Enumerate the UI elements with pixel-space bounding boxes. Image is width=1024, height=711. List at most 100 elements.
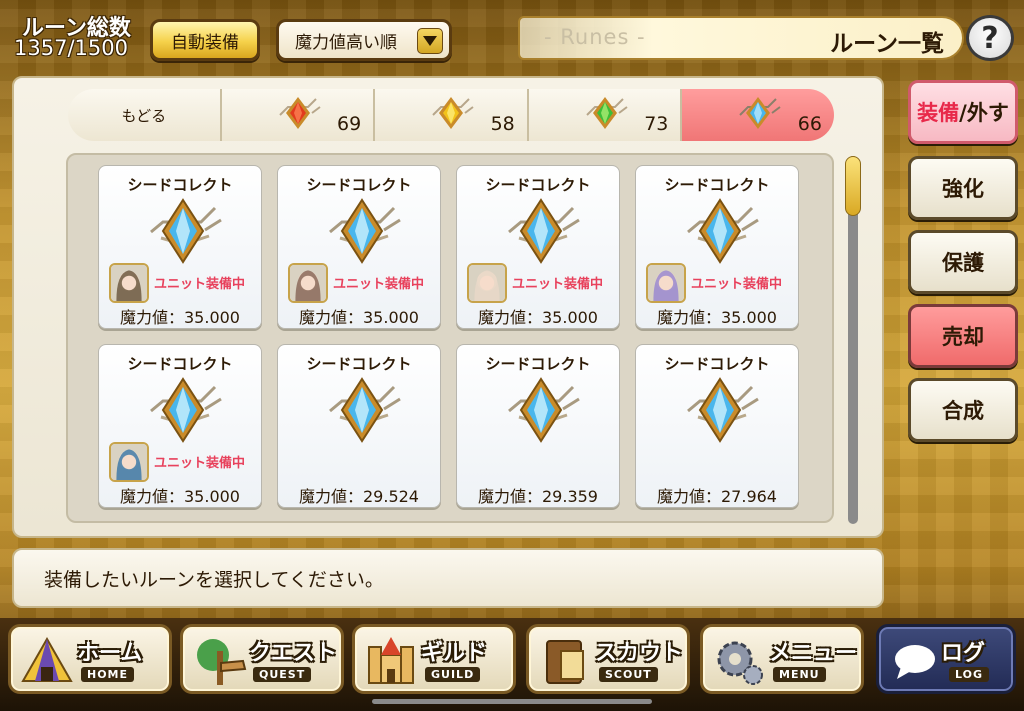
- rune-name: シードコレクト: [664, 176, 770, 194]
- rune-card[interactable]: シードコレクト 魔力値：27.964: [635, 344, 799, 508]
- rune-card[interactable]: シードコレクトユニット装備中魔力値：35.000: [98, 165, 262, 329]
- rune-name: シードコレクト: [306, 176, 412, 194]
- rune-list-screen: ルーン総数 1357/1500 自動装備 魔力値高い順 - Runes - ルー…: [0, 0, 1024, 711]
- blue-rune-icon: [678, 196, 762, 266]
- chevron-down-icon: [417, 28, 443, 54]
- guild-castle-icon: [363, 633, 419, 689]
- blue-rune-icon: [141, 375, 225, 445]
- equip-label: 装備: [917, 101, 960, 125]
- rune-name: シードコレクト: [127, 355, 233, 373]
- rune-count-value: 1357/1500: [14, 36, 128, 60]
- equipped-status: ユニット装備中: [154, 456, 246, 471]
- rune-name: シードコレクト: [664, 355, 770, 373]
- protect-button[interactable]: 保護: [908, 230, 1018, 294]
- nav-menu-sublabel: MENU: [773, 667, 826, 682]
- instruction-message: 装備したいルーンを選択してください。: [12, 548, 884, 608]
- rune-panel: もどる 69 58 73 66 シードコレクト ユニット装備中 魔力値：35.000…: [12, 76, 884, 538]
- rune-power-value: 魔力値：35.000: [120, 487, 240, 506]
- rune-name: シードコレクト: [306, 355, 412, 373]
- nav-log-sublabel: LOG: [949, 667, 989, 682]
- blue-rune-icon: [320, 196, 404, 266]
- red-rune-icon: [274, 93, 322, 133]
- yellow-rune-count: 58: [490, 113, 515, 135]
- enhance-button[interactable]: 強化: [908, 156, 1018, 220]
- blue-rune-icon: [499, 196, 583, 266]
- sort-dropdown[interactable]: 魔力値高い順: [276, 19, 452, 61]
- blue-rune-icon: [499, 375, 583, 445]
- chat-bubble-icon: [887, 633, 943, 689]
- equipped-status: ユニット装備中: [154, 277, 246, 292]
- nav-menu-label: メニュー: [769, 641, 858, 666]
- tab-red-rune[interactable]: 69: [221, 89, 376, 141]
- rune-card[interactable]: シードコレクトユニット装備中魔力値：35.000: [635, 165, 799, 329]
- unit-avatar: [467, 263, 507, 303]
- page-title: ルーン一覧: [830, 31, 944, 57]
- sell-button[interactable]: 売却: [908, 304, 1018, 368]
- nav-guild-sublabel: GUILD: [425, 667, 481, 682]
- rune-filter-tabs: もどる 69 58 73 66: [68, 89, 834, 141]
- rune-power-value: 魔力値：29.524: [299, 487, 419, 506]
- blue-rune-icon: [678, 375, 762, 445]
- tab-blue-rune[interactable]: 66: [682, 89, 834, 141]
- back-tab[interactable]: もどる: [68, 89, 222, 141]
- tab-green-rune[interactable]: 73: [528, 89, 683, 141]
- nav-quest-button[interactable]: クエスト QUEST: [180, 624, 344, 694]
- header: ルーン総数 1357/1500 自動装備 魔力値高い順 - Runes - ルー…: [0, 0, 1024, 74]
- equipped-status: ユニット装備中: [512, 277, 604, 292]
- rune-power-value: 魔力値：35.000: [478, 308, 598, 327]
- nav-quest-label: クエスト: [249, 641, 338, 666]
- green-rune-icon: [581, 93, 629, 133]
- gear-icon: [711, 633, 767, 689]
- nav-log-button[interactable]: ログ LOG: [876, 624, 1016, 694]
- rune-card[interactable]: シードコレクトユニット装備中魔力値：35.000: [456, 165, 620, 329]
- green-rune-count: 73: [644, 113, 669, 135]
- rune-card[interactable]: シードコレクトユニット装備中魔力値：35.000: [277, 165, 441, 329]
- rune-grid: シードコレクト ユニット装備中 魔力値：35.000 シードコレクト ユニット装備中 魔力…: [66, 153, 834, 523]
- home-indicator: [372, 699, 652, 704]
- nav-guild-button[interactable]: ギルド GUILD: [352, 624, 516, 694]
- rune-power-value: 魔力値：29.359: [478, 487, 598, 506]
- nav-quest-sublabel: QUEST: [253, 667, 312, 682]
- rune-power-value: 魔力値：35.000: [299, 308, 419, 327]
- rune-name: シードコレクト: [127, 176, 233, 194]
- nav-log-label: ログ: [941, 641, 986, 666]
- rune-power-value: 魔力値：35.000: [120, 308, 240, 327]
- rune-name: シードコレクト: [485, 355, 591, 373]
- rune-card[interactable]: シードコレクト 魔力値：29.359: [456, 344, 620, 508]
- unit-avatar: [109, 263, 149, 303]
- nav-home-label: ホーム: [77, 641, 143, 666]
- rune-card[interactable]: シードコレクトユニット装備中魔力値：35.000: [98, 344, 262, 508]
- tab-yellow-rune[interactable]: 58: [375, 89, 529, 141]
- sort-dropdown-value: 魔力値高い順: [295, 32, 397, 53]
- title-english: - Runes -: [544, 25, 646, 49]
- scout-book-icon: [537, 633, 593, 689]
- yellow-rune-icon: [427, 93, 475, 133]
- nav-home-sublabel: HOME: [81, 667, 135, 682]
- quest-signpost-icon: [191, 633, 247, 689]
- equipped-status: ユニット装備中: [333, 277, 425, 292]
- unequip-label: /外す: [959, 101, 1009, 125]
- help-button[interactable]: ?: [966, 15, 1014, 61]
- rune-card[interactable]: シードコレクト 魔力値：29.524: [277, 344, 441, 508]
- combine-button[interactable]: 合成: [908, 378, 1018, 442]
- nav-scout-label: スカウト: [595, 641, 684, 666]
- equipped-status: ユニット装備中: [691, 277, 783, 292]
- auto-equip-button[interactable]: 自動装備: [150, 19, 260, 61]
- rune-power-value: 魔力値：35.000: [657, 308, 777, 327]
- nav-scout-sublabel: SCOUT: [599, 667, 658, 682]
- bottom-nav: ホーム HOME クエスト QUEST ギルド GUILD スカウト SCOUT…: [0, 618, 1024, 711]
- unit-avatar: [109, 442, 149, 482]
- nav-home-button[interactable]: ホーム HOME: [8, 624, 172, 694]
- blue-rune-icon: [734, 93, 782, 133]
- nav-scout-button[interactable]: スカウト SCOUT: [526, 624, 690, 694]
- scroll-thumb[interactable]: [845, 156, 861, 216]
- title-banner: - Runes - ルーン一覧: [518, 16, 964, 60]
- blue-rune-icon: [320, 375, 404, 445]
- equip-unequip-button[interactable]: 装備/外す: [908, 80, 1018, 144]
- unit-avatar: [288, 263, 328, 303]
- unit-avatar: [646, 263, 686, 303]
- nav-guild-label: ギルド: [421, 641, 488, 666]
- nav-menu-button[interactable]: メニュー MENU: [700, 624, 864, 694]
- rune-name: シードコレクト: [485, 176, 591, 194]
- rune-grid-scrollbar[interactable]: [845, 156, 861, 524]
